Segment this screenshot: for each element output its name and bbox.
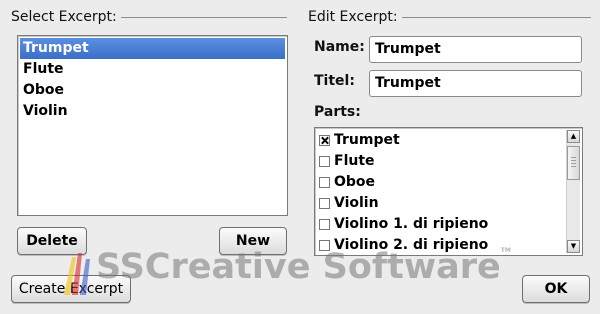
part-checkbox[interactable] xyxy=(319,240,330,251)
parts-scrollbar[interactable]: ▲ ▼ xyxy=(566,130,580,253)
name-field[interactable]: Trumpet xyxy=(369,36,582,63)
edit-excerpt-label: Edit Excerpt: xyxy=(308,9,398,25)
group-divider xyxy=(120,16,287,18)
group-divider xyxy=(401,16,591,18)
part-row[interactable]: Violino 1. di ripieno xyxy=(315,214,582,235)
scroll-down-arrow-icon[interactable]: ▼ xyxy=(567,240,580,253)
part-checkbox[interactable] xyxy=(319,219,330,230)
part-row[interactable]: Oboe xyxy=(315,172,582,193)
parts-label: Parts: xyxy=(314,104,361,120)
edit-excerpt-group-title: Edit Excerpt: xyxy=(308,9,591,25)
parts-list[interactable]: Trumpet Flute Oboe Violin Violino 1. di … xyxy=(314,127,583,256)
part-checkbox[interactable] xyxy=(319,177,330,188)
select-excerpt-label: Select Excerpt: xyxy=(11,9,117,25)
scroll-up-arrow-icon[interactable]: ▲ xyxy=(567,130,580,143)
part-row[interactable]: Violin xyxy=(315,193,582,214)
grip-icon xyxy=(571,157,576,169)
excerpt-list-item[interactable]: Flute xyxy=(20,59,285,80)
part-checkbox[interactable] xyxy=(319,135,330,146)
part-row[interactable]: Flute xyxy=(315,151,582,172)
excerpt-list[interactable]: Trumpet Flute Oboe Violin xyxy=(17,35,288,216)
titel-label: Titel: xyxy=(314,73,355,89)
delete-button[interactable]: Delete xyxy=(17,227,87,255)
part-label: Violino 2. di ripieno xyxy=(334,237,489,253)
part-checkbox[interactable] xyxy=(319,156,330,167)
part-label: Trumpet xyxy=(334,132,400,148)
name-label: Name: xyxy=(314,39,365,55)
part-label: Violin xyxy=(334,195,379,211)
excerpt-list-item[interactable]: Violin xyxy=(20,101,285,122)
ok-button[interactable]: OK xyxy=(522,275,590,303)
new-button[interactable]: New xyxy=(219,227,287,255)
part-label: Violino 1. di ripieno xyxy=(334,216,489,232)
excerpt-list-item[interactable]: Trumpet xyxy=(20,38,285,59)
select-excerpt-group-title: Select Excerpt: xyxy=(11,9,287,25)
part-label: Oboe xyxy=(334,174,376,190)
scrollbar-thumb[interactable] xyxy=(567,146,580,180)
part-checkbox[interactable] xyxy=(319,198,330,209)
create-excerpt-button[interactable]: Create Excerpt xyxy=(11,275,131,303)
part-row[interactable]: Trumpet xyxy=(315,130,582,151)
titel-field[interactable]: Trumpet xyxy=(369,70,582,97)
excerpt-list-item[interactable]: Oboe xyxy=(20,80,285,101)
part-label: Flute xyxy=(334,153,375,169)
part-row[interactable]: Violino 2. di ripieno xyxy=(315,235,582,256)
